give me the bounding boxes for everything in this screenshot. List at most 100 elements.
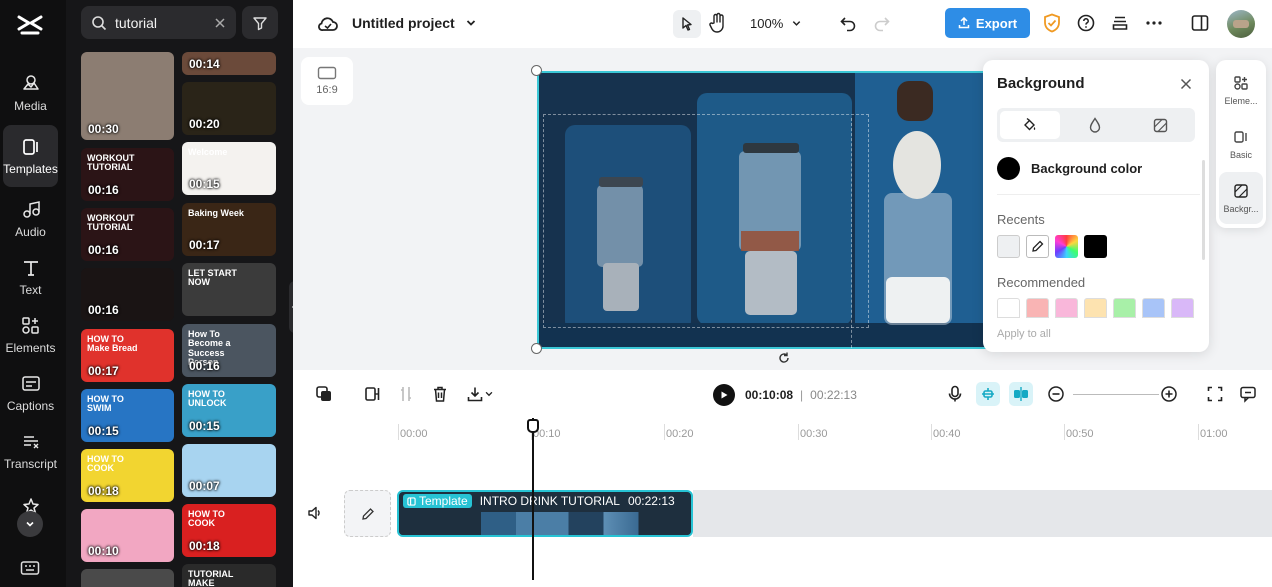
template-thumbnail[interactable]: 00:14 [182,52,276,75]
template-thumbnail[interactable]: 00:16 [81,268,174,321]
template-thumbnail[interactable]: WORKOUT TUTORIAL 00:16 [81,148,174,201]
template-duration: 00:16 [189,359,220,373]
chat-icon [1240,386,1256,403]
template-clip[interactable]: Template INTRO DRINK TUTORIAL 00:22:13 [397,490,693,537]
template-thumbnail[interactable]: Baking Week 00:17 [182,203,276,256]
recommended-swatch[interactable] [1084,298,1107,318]
rail-expand-button[interactable] [17,511,43,537]
gradient-picker-swatch[interactable] [1055,235,1078,258]
fullscreen-button[interactable] [1203,382,1227,406]
property-tab-elements[interactable]: Eleme... [1219,64,1263,116]
sidebar-item-media[interactable]: Media [3,62,58,124]
toggle-panel-button[interactable] [1191,14,1209,32]
sidebar-item-templates[interactable]: Templates [3,125,58,187]
replace-clip-button[interactable] [312,382,336,406]
close-panel-button[interactable] [1180,78,1192,90]
magnet-snap-button[interactable] [976,382,1000,406]
sidebar-item-elements[interactable]: Elements [3,304,58,366]
split-button[interactable] [361,382,385,406]
keyboard-shortcut-button[interactable] [20,560,40,576]
zoom-dropdown[interactable]: 100% [750,16,802,31]
resize-handle-top-left[interactable] [531,65,542,76]
linkage-button[interactable] [1009,382,1033,406]
template-thumbnail[interactable]: HOW TO UNLOCK 00:15 [182,384,276,437]
tab-color-fill[interactable] [1000,111,1060,139]
sidebar-item-text[interactable]: Text [3,246,58,308]
template-thumbnail[interactable]: WORKOUT TUTORIAL 00:16 [81,208,174,261]
sidebar-item-captions[interactable]: Captions [3,362,58,424]
search-input[interactable] [115,14,206,31]
tab-blur[interactable] [1065,111,1125,139]
panel-scrollbar[interactable] [1202,160,1205,260]
aspect-ratio-button[interactable]: 16:9 [301,57,353,105]
template-thumbnail[interactable]: HOW TO COOK 00:18 [81,449,174,502]
template-thumbnail[interactable]: 00:30 [81,52,174,140]
stack-button[interactable] [1111,14,1129,32]
background-icon [1234,183,1248,198]
template-thumbnail[interactable]: 00:07 [182,444,276,497]
playhead[interactable] [532,418,534,580]
apply-to-all-button[interactable]: Apply to all [997,328,1051,340]
current-color-swatch[interactable] [997,157,1020,180]
recommended-swatch[interactable] [1055,298,1078,318]
recent-swatch-black[interactable] [1084,235,1107,258]
filter-button[interactable] [242,6,278,39]
sidebar-item-audio[interactable]: Audio [3,188,58,250]
play-button[interactable] [713,384,735,406]
more-icon [1146,21,1162,25]
eyedropper-button[interactable] [1026,235,1049,258]
template-thumbnail[interactable]: Welcome 00:15 [182,142,276,195]
template-thumbnail[interactable]: HOW TO COOK 00:18 [182,504,276,557]
pointer-icon [682,17,692,31]
undo-button[interactable] [839,14,857,32]
timeline-zoom-slider[interactable] [1073,394,1159,395]
pro-shield-button[interactable] [1043,13,1061,33]
download-menu-button[interactable] [463,382,497,406]
zoom-in-button[interactable] [1157,382,1181,406]
recent-swatch-light[interactable] [997,235,1020,258]
select-tool-button[interactable] [673,10,701,38]
project-title[interactable]: Untitled project [352,15,477,31]
capcut-logo-icon[interactable] [17,14,43,36]
feedback-button[interactable] [1236,382,1260,406]
hand-tool-button[interactable] [708,12,728,34]
clear-search-icon[interactable] [214,17,226,29]
recommended-swatch[interactable] [1142,298,1165,318]
recommended-swatch[interactable] [1113,298,1136,318]
rotate-handle[interactable] [777,351,791,365]
template-thumbnail[interactable]: HOW TO Make Bread 00:17 [81,329,174,382]
template-thumbnail[interactable]: 00:10 [81,509,174,562]
template-thumbnail[interactable]: LET START NOW [182,263,276,316]
top-bar: Untitled project 100% Export [293,0,1272,48]
recommended-swatch[interactable] [1026,298,1049,318]
record-voice-button[interactable] [943,382,967,406]
template-thumbnail[interactable] [81,569,174,587]
track-audio-toggle[interactable] [307,505,323,521]
tab-image[interactable] [1130,111,1190,139]
template-thumbnail[interactable]: How To Become a Success Person 00:16 [182,324,276,377]
track-edit-button[interactable] [344,490,391,537]
recommended-swatch[interactable] [997,298,1020,318]
resize-handle-bottom-left[interactable] [531,343,542,354]
avatar[interactable] [1227,10,1255,38]
trim-button[interactable] [394,382,418,406]
total-time: 00:22:13 [810,388,857,402]
export-button[interactable]: Export [945,8,1030,38]
zoom-out-button[interactable] [1044,382,1068,406]
audio-icon [22,200,40,218]
template-thumbnail[interactable]: TUTORIAL MAKE [182,564,276,587]
help-button[interactable] [1077,14,1095,32]
template-thumbnail[interactable]: HOW TO SWIM 00:15 [81,389,174,442]
timeline-toolbar: 00:10:08 | 00:22:13 [293,370,1272,418]
redo-button[interactable] [873,14,891,32]
recommended-swatch[interactable] [1171,298,1194,318]
template-thumbnail[interactable]: 00:20 [182,82,276,135]
delete-button[interactable] [428,382,452,406]
sidebar-item-transcript[interactable]: Transcript [3,420,58,482]
cloud-save-icon[interactable] [317,14,339,34]
property-tab-basic[interactable]: Basic [1219,118,1263,170]
background-panel-title: Background [997,75,1085,92]
playhead-handle[interactable] [527,419,539,433]
property-tab-background[interactable]: Backgr... [1219,172,1263,224]
more-button[interactable] [1145,14,1163,32]
